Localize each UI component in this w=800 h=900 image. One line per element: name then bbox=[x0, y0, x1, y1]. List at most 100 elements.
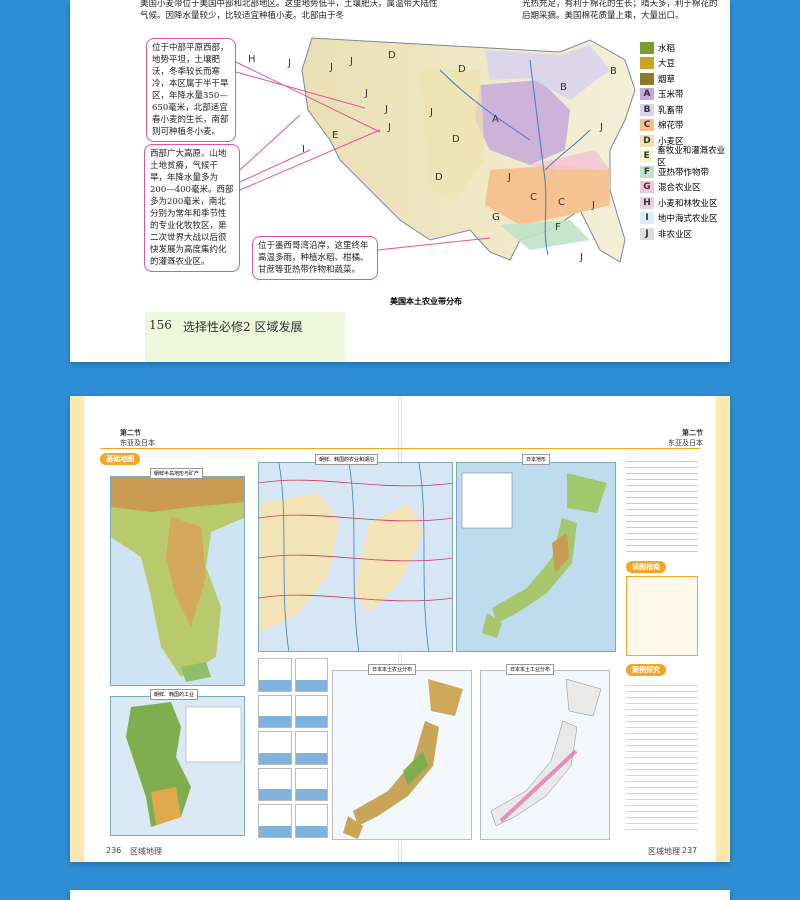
textbook-page-156: 美国小麦带位于美国中部和北部地区。这里地势低平，土壤肥沃，属温带大陆性气候。因降… bbox=[70, 0, 730, 362]
map-region-letter: J bbox=[349, 56, 353, 67]
legend-swatch: E bbox=[640, 150, 654, 163]
map-region-letter: C bbox=[558, 197, 565, 208]
right-column-text bbox=[626, 456, 698, 556]
legend-item: E 畜牧业和灌溉农业区 bbox=[640, 146, 730, 168]
climate-mini-chart bbox=[294, 731, 328, 765]
right-section-title: 东亚及日本 bbox=[668, 439, 703, 447]
legend-label: 非农业区 bbox=[658, 229, 693, 240]
tobacco-icon bbox=[640, 72, 654, 85]
map-region-letter: J bbox=[287, 58, 291, 69]
page-footer: 156 选择性必修2 区域发展 bbox=[145, 312, 345, 362]
map-japan-agriculture bbox=[332, 670, 472, 840]
map-region-letter: J bbox=[384, 104, 388, 115]
map-region-letter: D bbox=[452, 134, 460, 145]
legend-label: 乳畜带 bbox=[658, 105, 684, 116]
map-korea-industry-title: 朝鲜、韩国的工业 bbox=[150, 689, 199, 700]
legend-swatch: J bbox=[640, 227, 654, 240]
right-section-number: 第二节 bbox=[682, 429, 703, 437]
left-section-number: 第二节 bbox=[120, 429, 141, 437]
map-region-letter: D bbox=[388, 50, 396, 61]
climate-mini-chart bbox=[294, 804, 328, 838]
legend-label: 畜牧业和灌溉农业区 bbox=[657, 146, 726, 169]
tag-case-study: 案例探究 bbox=[626, 664, 666, 676]
legend-item: 烟草 bbox=[640, 71, 730, 87]
map-korea-terrain-title: 朝鲜半岛地形与矿产 bbox=[150, 468, 204, 479]
map-region-letter: J bbox=[579, 252, 583, 263]
tag-base-map: 基础地图 bbox=[100, 453, 140, 465]
map-japan-agriculture-title: 日本本土农业分布 bbox=[368, 664, 417, 675]
map-climate bbox=[258, 462, 453, 652]
map-japan-terrain bbox=[456, 462, 616, 652]
map-region-letter: J bbox=[429, 107, 433, 118]
map-japan-terrain-title: 日本地形 bbox=[522, 454, 551, 465]
legend-swatch: H bbox=[640, 196, 654, 209]
map-region-letter: J bbox=[387, 122, 391, 133]
climate-mini-chart bbox=[258, 804, 292, 838]
legend-swatch: B bbox=[640, 103, 654, 116]
map-japan-industry bbox=[480, 670, 610, 840]
soybean-icon bbox=[640, 57, 654, 70]
header-rule bbox=[100, 448, 700, 449]
right-margin-band bbox=[716, 396, 730, 862]
map-region-letter: B bbox=[610, 66, 617, 77]
legend-swatch: D bbox=[640, 134, 654, 147]
climate-mini-chart bbox=[258, 658, 292, 692]
climate-charts-grid bbox=[258, 658, 328, 838]
legend-item: C 棉花带 bbox=[640, 118, 730, 134]
legend-swatch: G bbox=[640, 181, 654, 194]
tag-map-guide: 读图指南 bbox=[626, 561, 666, 573]
body-text-right: 光热充足，有利于棉花的生长；晴天多，利于棉花的后期采摘。美国棉花质量上乘，大量出… bbox=[522, 0, 718, 21]
right-page-number: 237 bbox=[682, 846, 698, 855]
legend-item: B 乳畜带 bbox=[640, 102, 730, 118]
legend-swatch: F bbox=[640, 165, 654, 178]
map-region-letter: C bbox=[530, 192, 537, 203]
callout-wheat-belt: 位于中部平原西部，地势平坦，土壤肥沃，冬季较长而寒冷，本区属于半干旱区，年降水量… bbox=[146, 38, 236, 142]
map-region-letter: F bbox=[555, 222, 561, 233]
map-region-letter: A bbox=[492, 114, 499, 125]
map-legend: 水稻 大豆 烟草 A 玉米带 B 乳畜带 C 棉花带 D 小麦区 E 畜牧业和灌溉农业区 F 亚热带作物带 G… bbox=[640, 40, 730, 242]
legend-swatch: C bbox=[640, 119, 654, 132]
legend-label: 棉花带 bbox=[658, 121, 684, 132]
page-number: 156 bbox=[149, 318, 172, 332]
footer-title: 选择性必修2 区域发展 bbox=[183, 320, 303, 334]
legend-item: 水稻 bbox=[640, 40, 730, 56]
right-section-header: 第二节 东亚及日本 bbox=[668, 428, 703, 448]
climate-mini-chart bbox=[294, 694, 328, 729]
rice-icon bbox=[640, 41, 654, 54]
legend-label: 水稻 bbox=[658, 43, 676, 54]
climate-mini-chart bbox=[258, 694, 292, 729]
map-region-letter: J bbox=[364, 88, 368, 99]
legend-label: 小麦和林牧业区 bbox=[658, 198, 718, 209]
legend-label: 烟草 bbox=[658, 74, 676, 85]
map-korea-industry bbox=[110, 696, 245, 836]
map-caption: 美国本土农业带分布 bbox=[390, 297, 462, 306]
legend-item: 大豆 bbox=[640, 56, 730, 72]
case-study-text bbox=[626, 680, 698, 830]
map-region-letter: D bbox=[435, 172, 443, 183]
climate-mini-chart bbox=[258, 767, 292, 802]
callout-gulf-coast: 位于墨西哥湾沿岸，这里终年高温多雨，种植水稻、柑橘、甘蔗等亚热带作物和蔬菜。 bbox=[252, 236, 378, 280]
callout-west-irrigation: 西部广大高原、山地土地贫瘠，气候干旱，年降水量多为200—400毫米。西部多为2… bbox=[144, 144, 240, 272]
map-region-letter: B bbox=[560, 82, 567, 93]
legend-item: A 玉米带 bbox=[640, 87, 730, 103]
climate-mini-chart bbox=[258, 731, 292, 765]
body-text-left: 美国小麦带位于美国中部和北部地区。这里地势低平，土壤肥沃，属温带大陆性气候。因降… bbox=[140, 0, 438, 21]
next-page-edge bbox=[70, 890, 730, 900]
map-region-letter: J bbox=[599, 122, 603, 133]
climate-mini-chart bbox=[294, 767, 328, 802]
legend-label: 亚热带作物带 bbox=[658, 167, 710, 178]
left-page-number: 236 bbox=[106, 846, 122, 855]
map-guide-diagram bbox=[626, 576, 698, 656]
legend-item: G 混合农业区 bbox=[640, 180, 730, 196]
left-section-header: 第二节 东亚及日本 bbox=[120, 428, 155, 448]
legend-swatch: A bbox=[640, 88, 654, 101]
map-korea-terrain bbox=[110, 476, 245, 686]
map-region-letter: J bbox=[507, 172, 511, 183]
legend-item: H 小麦和林牧业区 bbox=[640, 195, 730, 211]
textbook-spread-236-237: 第二节 东亚及日本 第二节 东亚及日本 基础地图 朝鲜半岛地形与矿产 朝鲜、韩国… bbox=[70, 396, 730, 862]
legend-label: 地中海式农业区 bbox=[658, 214, 718, 225]
map-region-letter: I bbox=[302, 144, 305, 155]
map-region-letter: E bbox=[332, 130, 338, 141]
left-footer-title: 区域地理 bbox=[130, 847, 162, 856]
right-footer-title: 区域地理 bbox=[648, 847, 680, 856]
